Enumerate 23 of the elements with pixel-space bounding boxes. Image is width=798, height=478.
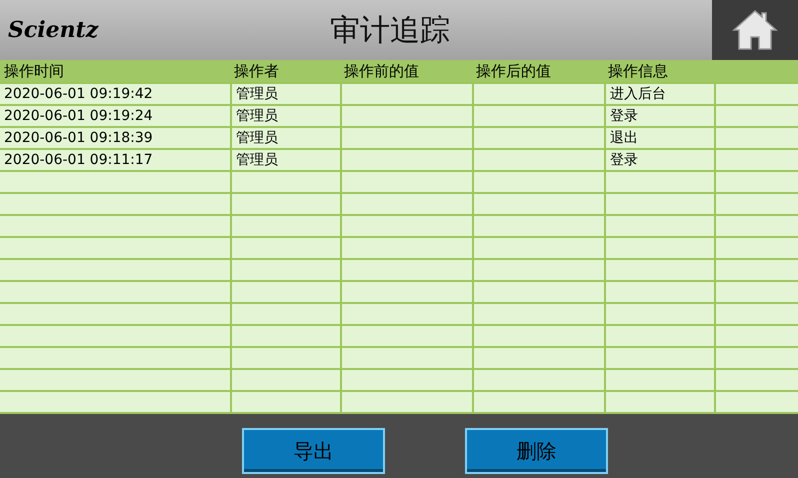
column-header: 操作信息: [607, 61, 669, 82]
table-cell: 管理员: [236, 86, 278, 102]
table-cell: 登录: [610, 152, 638, 168]
table-cell: 2020-06-01 09:19:42: [4, 86, 153, 102]
column-header: 操作前的值: [343, 61, 420, 82]
home-button[interactable]: [712, 0, 798, 60]
export-button[interactable]: 导出: [242, 428, 385, 474]
table-cell: 进入后台: [610, 86, 666, 102]
table-cell: 2020-06-01 09:18:39: [4, 130, 153, 146]
table-cell: 管理员: [236, 130, 278, 146]
table-cell: 2020-06-01 09:19:24: [4, 108, 153, 124]
home-icon: [732, 8, 778, 52]
column-header: 操作后的值: [475, 61, 552, 82]
page-title: 审计追踪: [330, 12, 450, 50]
table-cell: 退出: [610, 130, 638, 146]
table-cell: 管理员: [236, 152, 278, 168]
table-cell: 登录: [610, 108, 638, 124]
table-cell: 管理员: [236, 108, 278, 124]
column-header: 操作时间: [3, 61, 65, 82]
delete-button[interactable]: 删除: [465, 428, 608, 474]
column-header: 操作者: [233, 61, 280, 82]
table-cell: 2020-06-01 09:11:17: [4, 152, 153, 168]
logo: Scientz: [8, 16, 100, 44]
